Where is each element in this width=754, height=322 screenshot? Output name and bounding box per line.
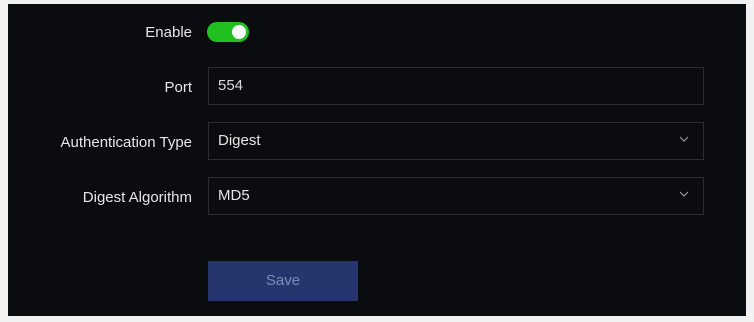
digest-algorithm-value: MD5	[218, 187, 250, 204]
digest-algorithm-select[interactable]: MD5	[208, 177, 704, 215]
authentication-type-select[interactable]: Digest	[208, 122, 704, 160]
authentication-type-label: Authentication Type	[60, 134, 192, 151]
chevron-down-icon	[679, 191, 689, 197]
port-input[interactable]: 554	[208, 67, 704, 105]
enable-toggle[interactable]	[207, 22, 249, 42]
chevron-down-icon	[679, 136, 689, 142]
authentication-type-value: Digest	[218, 132, 261, 149]
digest-algorithm-label: Digest Algorithm	[82, 189, 192, 206]
port-label: Port	[164, 79, 192, 96]
save-button[interactable]: Save	[208, 261, 358, 301]
toggle-knob	[232, 25, 246, 39]
enable-label: Enable	[145, 24, 192, 41]
rtsp-settings-panel: Enable Port 554 Authentication Type Dige…	[8, 4, 746, 316]
